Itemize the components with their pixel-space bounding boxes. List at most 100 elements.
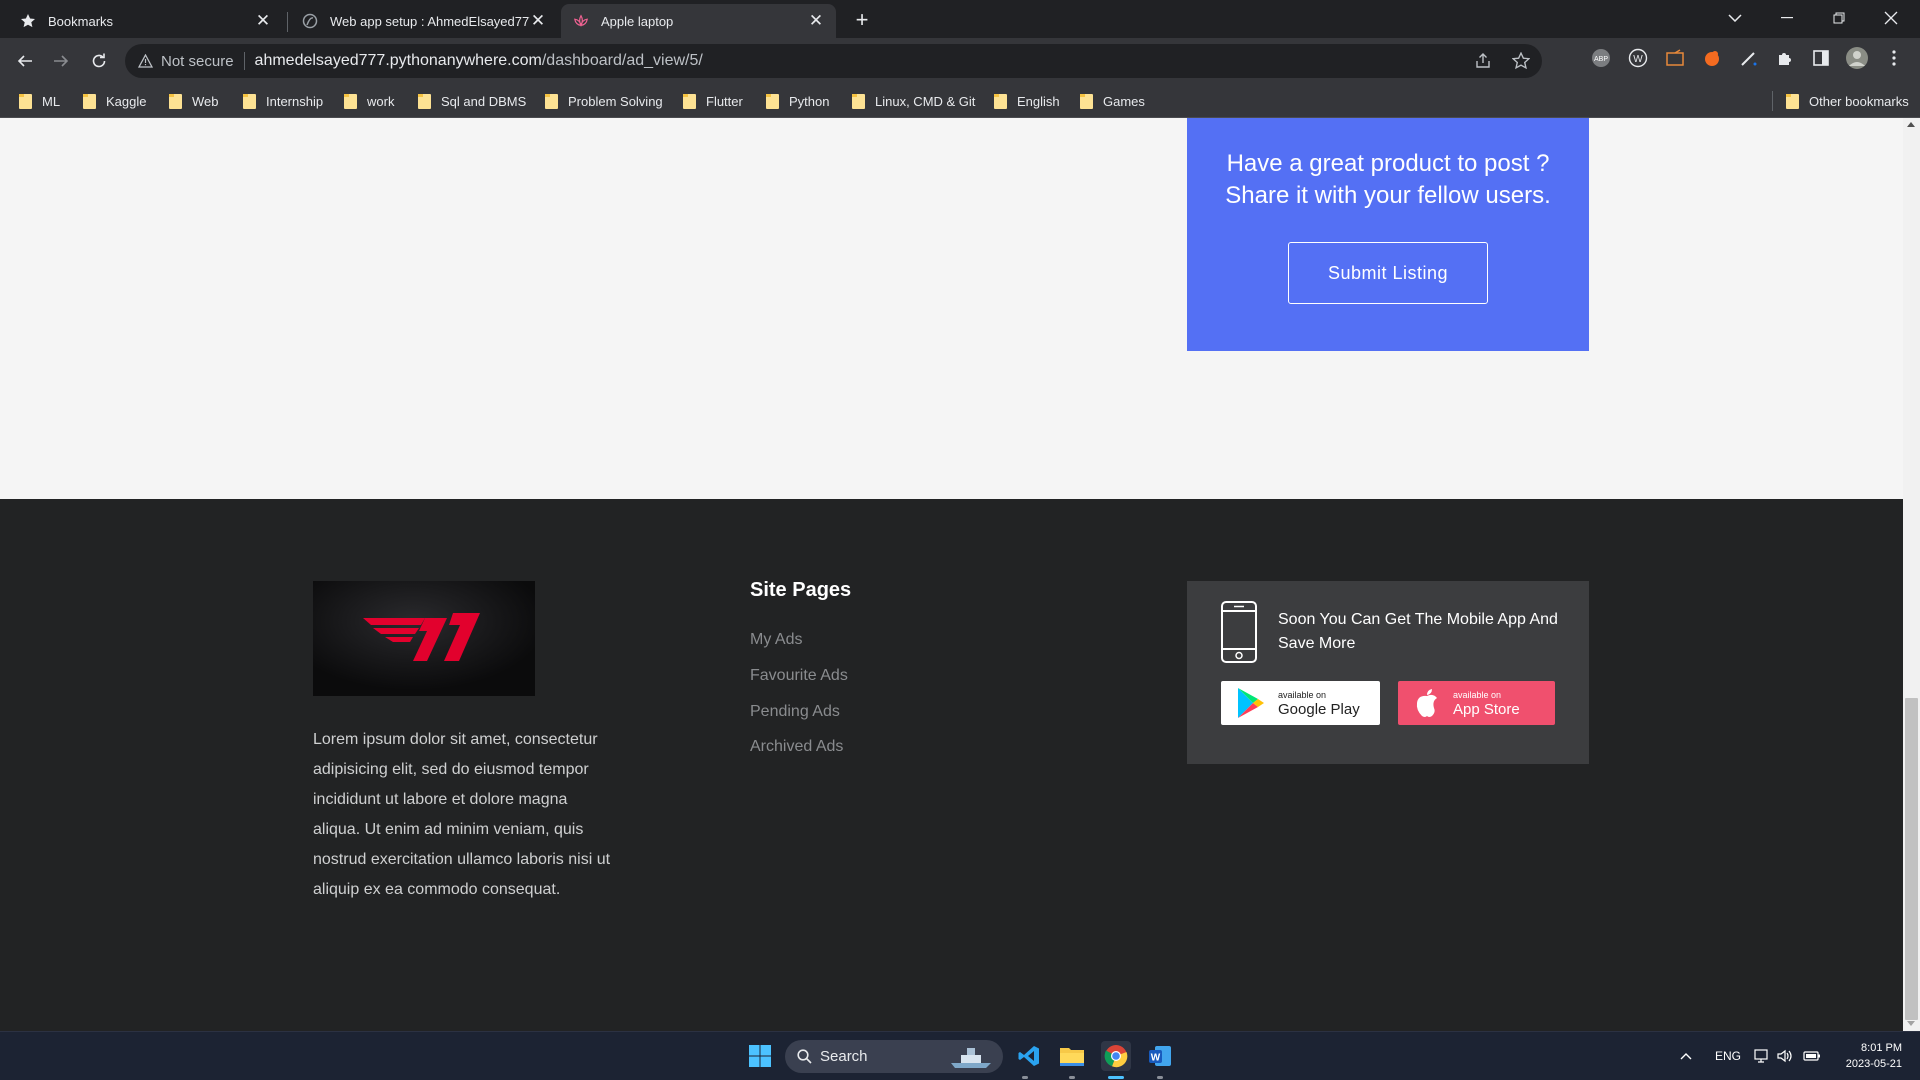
fire-extension-icon[interactable] <box>1700 46 1724 70</box>
share-icon[interactable] <box>1474 52 1492 75</box>
forward-icon[interactable] <box>46 46 76 76</box>
close-tab-icon[interactable]: ✕ <box>806 11 826 31</box>
minimize-icon[interactable] <box>1762 0 1812 36</box>
post-product-card: Have a great product to post ? Share it … <box>1187 118 1589 351</box>
security-label[interactable]: Not secure <box>161 53 234 70</box>
other-bookmarks-folder[interactable]: Other bookmarks <box>1786 90 1909 112</box>
google-play-big: Google Play <box>1278 701 1360 718</box>
footer-link-pending-ads[interactable]: Pending Ads <box>750 703 840 721</box>
network-icon[interactable] <box>1754 1032 1770 1080</box>
bookmark-folder[interactable]: Games <box>1080 90 1145 112</box>
bookmark-folder[interactable]: Python <box>766 90 829 112</box>
app-store-button[interactable]: available on App Store <box>1398 681 1555 725</box>
close-tab-icon[interactable]: ✕ <box>528 11 548 31</box>
restore-icon[interactable] <box>1814 0 1864 36</box>
volume-icon[interactable] <box>1777 1032 1793 1080</box>
bookmark-label: Sql and DBMS <box>441 93 527 109</box>
taskbar-search[interactable]: Search <box>785 1040 1003 1073</box>
bookmark-folder[interactable]: ML <box>19 90 60 112</box>
reload-icon[interactable] <box>84 46 114 76</box>
mobile-app-text: Soon You Can Get The Mobile App And Save… <box>1278 611 1558 652</box>
folder-icon <box>243 93 256 109</box>
folder-icon <box>545 93 558 109</box>
bookmark-folder[interactable]: Sql and DBMS <box>418 90 526 112</box>
folder-icon <box>994 93 1007 109</box>
google-play-small: available on <box>1278 690 1327 700</box>
search-icon <box>797 1049 812 1064</box>
footer-link-archived-ads[interactable]: Archived Ads <box>750 738 843 756</box>
promo-line-2: Share it with your fellow users. <box>1225 182 1551 209</box>
scroll-up-arrow-icon[interactable] <box>1907 122 1915 127</box>
footer-link-my-ads[interactable]: My Ads <box>750 631 802 649</box>
tab-apple-laptop[interactable]: Apple laptop ✕ <box>561 4 836 38</box>
promo-line-1: Have a great product to post ? <box>1226 150 1550 177</box>
back-icon[interactable] <box>10 46 40 76</box>
profile-avatar-icon[interactable] <box>1845 46 1869 70</box>
pen-extension-icon[interactable] <box>1737 46 1761 70</box>
footer-link-favourite-ads[interactable]: Favourite Ads <box>750 667 848 685</box>
word-running-indicator <box>1157 1076 1163 1079</box>
scrollbar-thumb[interactable] <box>1905 698 1918 1020</box>
app-store-big: App Store <box>1453 701 1520 718</box>
address-bar[interactable]: Not secure ahmedelsayed777.pythonanywher… <box>125 44 1542 78</box>
submit-listing-button[interactable]: Submit Listing <box>1288 242 1488 304</box>
footer-about-text: Lorem ipsum dolor sit amet, consectetur … <box>313 731 611 898</box>
app-store-text: available on App Store <box>1453 689 1520 719</box>
bookmark-folder[interactable]: work <box>344 90 394 112</box>
svg-text:W: W <box>1633 54 1643 65</box>
tab-web-app-setup[interactable]: Web app setup : AhmedElsayed777 ✕ <box>290 4 558 38</box>
web-page: Have a great product to post ? Share it … <box>0 118 1903 1031</box>
bookmark-label: Internship <box>266 93 324 109</box>
scroll-down-arrow-icon[interactable] <box>1907 1021 1915 1026</box>
adblock-extension-icon[interactable]: ABP <box>1589 46 1613 70</box>
google-play-button[interactable]: available on Google Play <box>1221 681 1380 725</box>
tab-divider <box>287 12 288 32</box>
extensions-puzzle-icon[interactable] <box>1773 46 1797 70</box>
folder-icon <box>19 93 32 109</box>
bookmark-folder[interactable]: Linux, CMD & Git <box>852 90 975 112</box>
svg-text:W: W <box>1151 1053 1161 1064</box>
site-pages-heading: Site Pages <box>750 579 852 601</box>
bookmark-folder[interactable]: English <box>994 90 1060 112</box>
bookmark-star-icon[interactable] <box>1511 51 1531 75</box>
google-play-text: available on Google Play <box>1278 689 1360 719</box>
close-tab-icon[interactable]: ✕ <box>253 11 273 31</box>
bookmark-label: Linux, CMD & Git <box>875 93 976 109</box>
t1-logo[interactable] <box>313 581 535 696</box>
folder-icon <box>83 93 96 109</box>
side-panel-icon[interactable] <box>1809 46 1833 70</box>
menu-kebab-icon[interactable] <box>1882 46 1906 70</box>
mobile-app-box: Soon You Can Get The Mobile App And Save… <box>1187 581 1589 764</box>
windows-start-icon[interactable] <box>745 1041 775 1071</box>
bookmark-folder[interactable]: Flutter <box>683 90 743 112</box>
bookmark-label: English <box>1017 93 1060 109</box>
file-explorer-icon[interactable] <box>1057 1041 1087 1071</box>
battery-icon[interactable] <box>1803 1032 1821 1080</box>
vscode-icon[interactable] <box>1014 1041 1044 1071</box>
bookmark-folder[interactable]: Internship <box>243 90 323 112</box>
orange-folder-extension-icon[interactable] <box>1663 46 1687 70</box>
page-scrollbar[interactable] <box>1903 118 1920 1031</box>
search-label: Search <box>820 1048 868 1065</box>
bookmark-folder[interactable]: Web <box>169 90 219 112</box>
word-icon[interactable]: W <box>1145 1041 1175 1071</box>
bookmark-folder[interactable]: Problem Solving <box>545 90 663 112</box>
bookmark-folder[interactable]: Kaggle <box>83 90 146 112</box>
language-indicator[interactable]: ENG <box>1715 1032 1741 1080</box>
clock[interactable]: 8:01 PM 2023-05-21 <box>1836 1032 1902 1080</box>
site-footer: Lorem ipsum dolor sit amet, consectetur … <box>0 499 1903 1031</box>
apple-icon <box>1414 688 1440 723</box>
url-text[interactable]: ahmedelsayed777.pythonanywhere.com/dashb… <box>255 52 703 70</box>
clock-time: 8:01 PM <box>1861 1042 1902 1054</box>
bookmark-label: Other bookmarks <box>1809 93 1909 109</box>
chrome-taskbar-icon[interactable] <box>1101 1041 1131 1071</box>
show-hidden-icons-chevron-icon[interactable] <box>1680 1032 1692 1080</box>
tab-bookmarks[interactable]: Bookmarks ✕ <box>8 4 283 38</box>
bookmark-label: work <box>367 93 395 109</box>
star-icon <box>20 13 36 29</box>
new-tab-button[interactable]: + <box>848 6 876 34</box>
address-divider <box>243 52 245 70</box>
tab-search-chevron-icon[interactable] <box>1710 0 1760 36</box>
close-window-icon[interactable] <box>1866 0 1916 36</box>
w-extension-icon[interactable]: W <box>1626 46 1650 70</box>
